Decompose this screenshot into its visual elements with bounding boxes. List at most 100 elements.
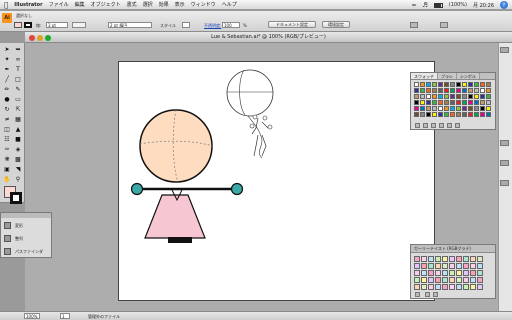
swatch[interactable] (438, 112, 443, 117)
vertical-scrollbar[interactable] (498, 43, 512, 311)
pattern-swatch[interactable] (449, 256, 455, 262)
swatch-options-icon[interactable] (431, 123, 436, 128)
swatch[interactable] (444, 94, 449, 99)
pattern-swatch[interactable] (449, 277, 455, 283)
swatch[interactable] (414, 88, 419, 93)
swatch[interactable] (420, 112, 425, 117)
swatch[interactable] (450, 88, 455, 93)
swatch[interactable] (462, 82, 467, 87)
pattern-swatch[interactable] (428, 256, 434, 262)
swatch[interactable] (444, 106, 449, 111)
swatch[interactable] (414, 106, 419, 111)
swatch[interactable] (444, 82, 449, 87)
hand-tool-icon[interactable]: ✋ (2, 175, 12, 184)
show-swatch-kinds-icon[interactable] (423, 123, 428, 128)
swatch[interactable] (426, 106, 431, 111)
swatch[interactable] (462, 88, 467, 93)
swatch[interactable] (480, 106, 485, 111)
lasso-tool-icon[interactable]: ∞ (13, 55, 23, 64)
pattern-swatch[interactable] (456, 270, 462, 276)
tab-swatches[interactable]: スウォッチ (411, 73, 438, 79)
panel-grip[interactable] (1, 213, 51, 218)
panel-dock-icon[interactable] (500, 180, 509, 186)
swatch[interactable] (456, 106, 461, 111)
swatch[interactable] (486, 112, 491, 117)
free-transform-tool-icon[interactable]: ▦ (13, 115, 23, 124)
pathfinder-item[interactable]: パスファインダ (15, 249, 43, 255)
swatch[interactable] (420, 100, 425, 105)
pattern-swatch[interactable] (463, 256, 469, 262)
pen-tool-icon[interactable]: ✒ (2, 65, 12, 74)
pattern-swatch[interactable] (477, 256, 483, 262)
pattern-swatch[interactable] (428, 284, 434, 290)
new-color-group-icon[interactable] (439, 123, 444, 128)
align-icon[interactable] (4, 235, 11, 242)
swatch[interactable] (474, 94, 479, 99)
swatch[interactable] (486, 100, 491, 105)
pathfinder-icon[interactable] (4, 248, 11, 255)
swatch[interactable] (426, 94, 431, 99)
swatch[interactable] (480, 100, 485, 105)
pattern-swatch[interactable] (442, 270, 448, 276)
pencil-tool-icon[interactable]: ✎ (13, 85, 23, 94)
line-tool-icon[interactable]: ╱ (2, 75, 12, 84)
swatch[interactable] (414, 112, 419, 117)
swatch[interactable] (450, 82, 455, 87)
swatch[interactable] (486, 88, 491, 93)
swatch[interactable] (444, 88, 449, 93)
pattern-swatch[interactable] (435, 263, 441, 269)
next-library-icon[interactable] (433, 292, 438, 297)
pattern-swatch[interactable] (414, 284, 420, 290)
pattern-swatch[interactable] (421, 256, 427, 262)
swatch[interactable] (432, 112, 437, 117)
pattern-swatch[interactable] (463, 270, 469, 276)
swatch[interactable] (450, 112, 455, 117)
swatch[interactable] (468, 88, 473, 93)
pattern-swatch[interactable] (456, 277, 462, 283)
pattern-swatch[interactable] (456, 256, 462, 262)
swatch[interactable] (474, 88, 479, 93)
swatch[interactable] (444, 100, 449, 105)
pattern-swatch[interactable] (470, 270, 476, 276)
pattern-swatch[interactable] (414, 263, 420, 269)
swatch[interactable] (468, 82, 473, 87)
slice-tool-icon[interactable]: ◥ (13, 165, 23, 174)
transform-icon[interactable] (4, 222, 11, 229)
swatch[interactable] (426, 112, 431, 117)
pattern-swatch[interactable] (421, 284, 427, 290)
swatch[interactable] (456, 112, 461, 117)
swatch[interactable] (474, 112, 479, 117)
swatch[interactable] (480, 88, 485, 93)
pattern-swatch[interactable] (421, 277, 427, 283)
swatch[interactable] (474, 106, 479, 111)
swatch[interactable] (456, 94, 461, 99)
swatch[interactable] (468, 106, 473, 111)
swatch[interactable] (420, 88, 425, 93)
pattern-swatch[interactable] (449, 270, 455, 276)
swatch[interactable] (432, 100, 437, 105)
pattern-swatch[interactable] (435, 270, 441, 276)
pattern-swatch[interactable] (414, 256, 420, 262)
eraser-tool-icon[interactable]: ▭ (13, 95, 23, 104)
swatch[interactable] (480, 82, 485, 87)
align-item[interactable]: 整列 (15, 236, 23, 242)
pattern-swatch[interactable] (442, 263, 448, 269)
symbol-sprayer-tool-icon[interactable]: ❋ (2, 155, 12, 164)
library-menu-icon[interactable] (415, 292, 420, 297)
swatch[interactable] (438, 88, 443, 93)
new-swatch-icon[interactable] (447, 123, 452, 128)
tab-symbols[interactable]: シンボル (456, 73, 480, 79)
scale-tool-icon[interactable]: ⇱ (13, 105, 23, 114)
swatch[interactable] (480, 94, 485, 99)
swatch[interactable] (450, 94, 455, 99)
swatch[interactable] (444, 112, 449, 117)
swatch[interactable] (432, 88, 437, 93)
swatch[interactable] (456, 88, 461, 93)
swatch[interactable] (438, 94, 443, 99)
blend-tool-icon[interactable]: ◈ (13, 145, 23, 154)
swatch[interactable] (456, 100, 461, 105)
swatch[interactable] (438, 100, 443, 105)
pattern-swatch[interactable] (421, 263, 427, 269)
pattern-swatch[interactable] (463, 263, 469, 269)
pattern-swatch[interactable] (470, 256, 476, 262)
